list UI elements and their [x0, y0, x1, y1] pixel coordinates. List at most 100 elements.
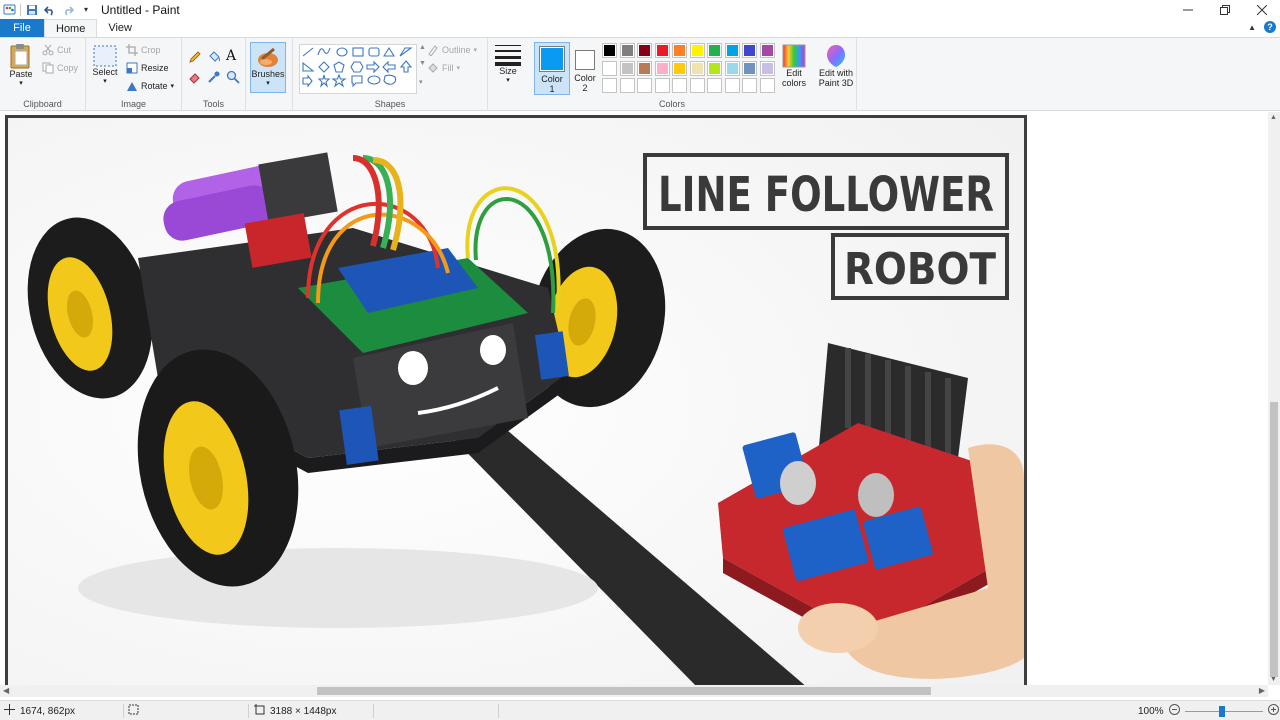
- paste-button[interactable]: Paste ▾: [6, 43, 36, 89]
- size-button[interactable]: Size ▾: [494, 44, 522, 86]
- palette-swatch[interactable]: [742, 43, 757, 58]
- scroll-down-arrow-icon[interactable]: ▼: [1270, 676, 1277, 683]
- palette-swatch[interactable]: [619, 60, 635, 76]
- horizontal-scroll-thumb[interactable]: [317, 687, 931, 695]
- colors-group-label: Colors: [658, 99, 685, 109]
- undo-icon[interactable]: [43, 3, 57, 17]
- rotate-dropdown-icon[interactable]: ▾: [171, 82, 175, 90]
- palette-swatch[interactable]: [637, 60, 652, 76]
- eraser-icon[interactable]: [188, 70, 202, 84]
- custom-color-slot[interactable]: [689, 78, 705, 93]
- headline-line1: LINE FOLLOWER: [658, 167, 994, 223]
- edit-colors-button[interactable]: Edit colors: [779, 44, 809, 88]
- select-button[interactable]: Select ▾: [90, 45, 120, 87]
- shapes-scroll-down-icon[interactable]: ▼: [419, 60, 426, 67]
- shapes-group: ▲ ▼ ▾ Outline ▾ Fill ▾ Shapes: [292, 38, 488, 111]
- palette-swatch[interactable]: [707, 43, 722, 58]
- custom-color-slot[interactable]: [742, 78, 757, 93]
- minimize-icon[interactable]: [1169, 0, 1206, 19]
- save-icon[interactable]: [25, 3, 39, 17]
- fill-bucket-icon[interactable]: [207, 50, 221, 64]
- paste-icon: [10, 43, 32, 69]
- palette-swatch[interactable]: [654, 43, 670, 58]
- custom-color-slot[interactable]: [619, 78, 635, 93]
- restore-icon[interactable]: [1206, 0, 1243, 19]
- customize-qat-icon[interactable]: ▾: [79, 3, 93, 17]
- pencil-icon[interactable]: [188, 50, 202, 64]
- size-label: Size: [499, 66, 517, 76]
- redo-icon[interactable]: [61, 3, 75, 17]
- palette-swatch[interactable]: [689, 60, 705, 76]
- shapes-scroll-up-icon[interactable]: ▲: [419, 44, 426, 51]
- select-dropdown-icon[interactable]: ▾: [103, 77, 107, 87]
- canvas-workspace[interactable]: LINE FOLLOWER ROBOT: [0, 112, 1268, 685]
- resize-button[interactable]: Resize: [126, 62, 169, 74]
- custom-color-slot[interactable]: [672, 78, 687, 93]
- shapes-group-label: Shapes: [374, 99, 406, 109]
- size-group: Size ▾: [488, 38, 528, 111]
- tab-home[interactable]: Home: [44, 19, 98, 37]
- shapes-more-icon[interactable]: ▾: [419, 78, 423, 86]
- copy-icon: [42, 62, 54, 74]
- crop-button[interactable]: Crop: [126, 44, 161, 56]
- zoom-out-icon[interactable]: [1168, 704, 1180, 718]
- color2-button[interactable]: Color 2: [571, 42, 599, 95]
- palette-swatch[interactable]: [759, 60, 775, 76]
- zoom-slider[interactable]: [1184, 705, 1263, 717]
- palette-swatch[interactable]: [672, 43, 687, 58]
- color-picker-icon[interactable]: [207, 70, 221, 84]
- image-group-label: Image: [120, 99, 146, 109]
- tab-view[interactable]: View: [97, 19, 143, 37]
- palette-swatch[interactable]: [637, 43, 652, 58]
- fill-button[interactable]: Fill ▾: [427, 62, 460, 74]
- color1-button[interactable]: Color 1: [534, 42, 570, 95]
- palette-swatch[interactable]: [619, 43, 635, 58]
- palette-swatch[interactable]: [689, 43, 705, 58]
- palette-swatch[interactable]: [742, 60, 757, 76]
- zoom-in-icon[interactable]: [1267, 704, 1279, 718]
- rotate-button[interactable]: Rotate ▾: [126, 80, 174, 92]
- crosshair-icon: [4, 704, 15, 718]
- custom-color-slot[interactable]: [637, 78, 652, 93]
- palette-swatch[interactable]: [672, 60, 687, 76]
- palette-swatch[interactable]: [602, 60, 617, 76]
- drawing-canvas[interactable]: LINE FOLLOWER ROBOT: [5, 115, 1027, 685]
- vertical-scroll-thumb[interactable]: [1270, 402, 1278, 677]
- help-icon[interactable]: ?: [1264, 21, 1276, 33]
- palette-swatch[interactable]: [654, 60, 670, 76]
- close-icon[interactable]: [1243, 0, 1280, 19]
- outline-button[interactable]: Outline ▾: [427, 44, 477, 56]
- custom-color-slot[interactable]: [724, 78, 740, 93]
- zoom-slider-thumb[interactable]: [1218, 705, 1225, 717]
- paste-dropdown-icon[interactable]: ▾: [19, 79, 23, 89]
- custom-color-slot[interactable]: [707, 78, 722, 93]
- palette-swatch[interactable]: [759, 43, 775, 58]
- edit-with-paint3d-button[interactable]: Edit with Paint 3D: [816, 44, 856, 88]
- paint3d-icon: [825, 44, 847, 68]
- scroll-left-arrow-icon[interactable]: ◀: [3, 686, 9, 695]
- palette-swatch[interactable]: [602, 43, 617, 58]
- custom-color-slot[interactable]: [602, 78, 617, 93]
- custom-color-slot[interactable]: [759, 78, 775, 93]
- custom-color-slot[interactable]: [654, 78, 670, 93]
- scroll-right-arrow-icon[interactable]: ▶: [1259, 686, 1265, 695]
- size-dropdown-icon[interactable]: ▾: [506, 76, 510, 86]
- palette-swatch[interactable]: [724, 60, 740, 76]
- brushes-dropdown-icon[interactable]: ▾: [266, 79, 270, 89]
- copy-button[interactable]: Copy: [42, 62, 78, 74]
- text-tool-icon[interactable]: A: [226, 48, 236, 64]
- edit-colors-label: Edit colors: [781, 68, 806, 88]
- paint-app-icon[interactable]: [2, 3, 16, 17]
- palette-swatch[interactable]: [707, 60, 722, 76]
- cut-button[interactable]: Cut: [42, 44, 71, 56]
- palette-swatch[interactable]: [724, 43, 740, 58]
- ribbon: Paste ▾ Cut Copy Clipboard Select ▾ Crop…: [0, 37, 1280, 111]
- horizontal-scrollbar[interactable]: ◀ ▶: [0, 685, 1268, 697]
- vertical-scrollbar[interactable]: ▲ ▼: [1268, 112, 1280, 685]
- magnifier-icon[interactable]: [226, 70, 240, 84]
- shapes-gallery-icons[interactable]: [300, 45, 418, 95]
- tab-file[interactable]: File: [0, 19, 44, 37]
- scroll-up-arrow-icon[interactable]: ▲: [1270, 114, 1277, 121]
- collapse-ribbon-icon[interactable]: ▲: [1248, 23, 1256, 32]
- brushes-button[interactable]: Brushes ▾: [250, 42, 286, 93]
